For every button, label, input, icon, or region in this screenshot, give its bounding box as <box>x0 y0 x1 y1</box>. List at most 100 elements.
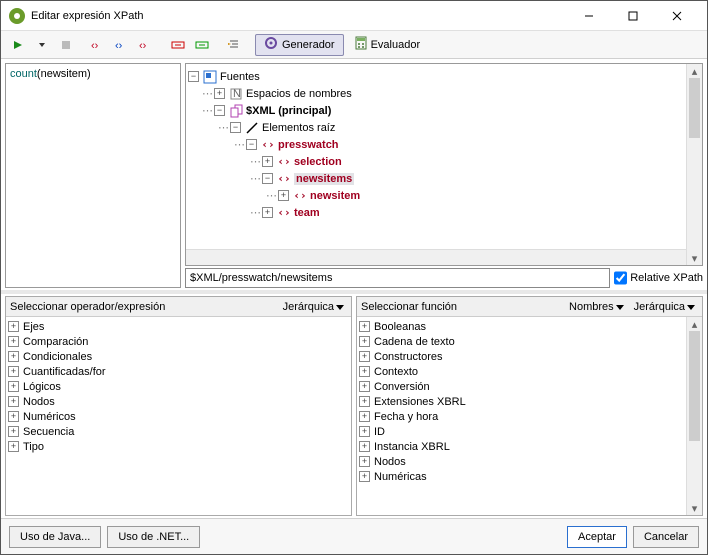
expand-icon[interactable]: + <box>8 411 19 422</box>
tree-newsitem: newsitem <box>310 190 360 202</box>
function-names-dropdown[interactable]: Nombres <box>566 301 627 313</box>
java-usage-button[interactable]: Uso de Java... <box>9 526 101 548</box>
element-icon: ‹› <box>277 155 291 169</box>
expand-icon[interactable]: + <box>359 396 370 407</box>
collapse-icon[interactable]: − <box>246 139 257 150</box>
list-item[interactable]: + Conversión <box>359 379 700 394</box>
list-item[interactable]: + Tipo <box>8 439 349 454</box>
code-function: count <box>10 68 37 80</box>
minimize-button[interactable] <box>567 2 611 30</box>
schema-tree[interactable]: −Fuentes ⋯+NEspacios de nombres ⋯−$XML (… <box>185 63 703 266</box>
list-item-label: Tipo <box>23 441 44 453</box>
collapse-icon[interactable]: − <box>188 71 199 82</box>
svg-text:‹›: ‹› <box>115 40 123 51</box>
tree-namespaces: Espacios de nombres <box>246 88 352 100</box>
chevron-down-icon <box>336 303 344 311</box>
list-item-label: Cadena de texto <box>374 336 455 348</box>
indent-icon[interactable] <box>223 34 245 56</box>
expand-icon[interactable]: + <box>359 336 370 347</box>
close-button[interactable] <box>655 2 699 30</box>
expand-icon[interactable]: + <box>8 441 19 452</box>
tag-red-icon[interactable]: ‹› <box>87 34 109 56</box>
list-item[interactable]: +Comparación <box>8 334 349 349</box>
list-item[interactable]: + Booleanas <box>359 319 700 334</box>
list-item-label: Numéricas <box>374 471 427 483</box>
list-item[interactable]: +Constructores <box>359 349 700 364</box>
expand-icon[interactable]: + <box>359 471 370 482</box>
list-item-label: Extensiones XBRL <box>374 396 466 408</box>
expand-icon[interactable]: + <box>8 351 19 362</box>
expand-icon[interactable]: + <box>278 190 289 201</box>
list-item[interactable]: +Ejes <box>8 319 349 334</box>
function-mode-dropdown[interactable]: Jerárquica <box>631 301 698 313</box>
list-item[interactable]: +Secuencia <box>8 424 349 439</box>
expand-icon[interactable]: + <box>8 336 19 347</box>
list-item[interactable]: +Lógicos <box>8 379 349 394</box>
expand-icon[interactable]: + <box>8 321 19 332</box>
list-item[interactable]: + Nodos <box>359 454 700 469</box>
collapse-icon[interactable]: − <box>214 105 225 116</box>
stop-button[interactable] <box>55 34 77 56</box>
ok-button[interactable]: Aceptar <box>567 526 627 548</box>
expand-icon[interactable]: + <box>262 207 273 218</box>
tag-blue-icon[interactable]: ‹› <box>111 34 133 56</box>
expand-icon[interactable]: + <box>8 381 19 392</box>
list-item[interactable]: + Numéricas <box>359 469 700 484</box>
expand-icon[interactable]: + <box>359 351 370 362</box>
tree-vscroll[interactable]: ▴▾ <box>686 64 702 265</box>
expand-icon[interactable]: + <box>8 426 19 437</box>
xpath-editor[interactable]: count(newsitem) <box>5 63 181 288</box>
tab-evaluator[interactable]: Evaluador <box>346 34 430 56</box>
dotnet-usage-button[interactable]: Uso de .NET... <box>107 526 200 548</box>
run-dropdown[interactable] <box>31 34 53 56</box>
expand-icon[interactable]: + <box>359 441 370 452</box>
list-item[interactable]: +Nodos <box>8 394 349 409</box>
operator-mode-dropdown[interactable]: Jerárquica <box>280 301 347 313</box>
list-item-label: Booleanas <box>374 321 426 333</box>
list-item[interactable]: +Fecha y hora <box>359 409 700 424</box>
tab-evaluator-label: Evaluador <box>371 39 421 51</box>
expand-icon[interactable]: + <box>359 411 370 422</box>
collapse-icon[interactable]: − <box>262 173 273 184</box>
calculator-icon <box>355 36 367 53</box>
operator-list[interactable]: +Ejes+Comparación+Condicionales+Cuantifi… <box>6 317 351 515</box>
expand-icon[interactable]: + <box>359 456 370 467</box>
list-item[interactable]: +Contexto <box>359 364 700 379</box>
collapse-icon[interactable]: − <box>230 122 241 133</box>
list-item[interactable]: +ID <box>359 424 700 439</box>
expand-icon[interactable]: + <box>359 426 370 437</box>
list-item[interactable]: +Instancia XBRL <box>359 439 700 454</box>
cancel-button[interactable]: Cancelar <box>633 526 699 548</box>
maximize-button[interactable] <box>611 2 655 30</box>
tree-newsitems[interactable]: newsitems <box>294 173 354 185</box>
tag-red2-icon[interactable]: ‹› <box>135 34 157 56</box>
expand-icon[interactable]: + <box>262 156 273 167</box>
xpath-path-input[interactable] <box>185 268 610 288</box>
run-button[interactable] <box>7 34 29 56</box>
list-item[interactable]: +Cuantificadas/for <box>8 364 349 379</box>
expand-icon[interactable]: + <box>214 88 225 99</box>
list-item[interactable]: + Cadena de texto <box>359 334 700 349</box>
expand-icon[interactable]: + <box>8 396 19 407</box>
expand-icon[interactable]: + <box>359 366 370 377</box>
list-item[interactable]: +Numéricos <box>8 409 349 424</box>
expand-icon[interactable]: + <box>8 366 19 377</box>
tree-hscroll[interactable] <box>186 249 686 265</box>
list-item[interactable]: +Condicionales <box>8 349 349 364</box>
titlebar: Editar expresión XPath <box>1 1 707 31</box>
expand-icon[interactable]: + <box>359 381 370 392</box>
relative-xpath-checkbox[interactable]: Relative XPath <box>614 268 703 288</box>
function-vscroll[interactable]: ▴▾ <box>686 317 702 515</box>
operator-panel: Seleccionar operador/expresión Jerárquic… <box>5 296 352 516</box>
box-green-icon[interactable] <box>191 34 213 56</box>
root-icon <box>245 121 259 135</box>
namespace-icon: N <box>229 87 243 101</box>
function-list[interactable]: ▴▾ + Booleanas + Cadena de texto+Constructo… <box>357 317 702 515</box>
box-red-icon[interactable] <box>167 34 189 56</box>
list-item[interactable]: + Extensiones XBRL <box>359 394 700 409</box>
expand-icon[interactable]: + <box>359 321 370 332</box>
list-item-label: Conversión <box>374 381 430 393</box>
list-item-label: Nodos <box>374 456 406 468</box>
tab-generator[interactable]: Generador <box>255 34 344 56</box>
element-icon: ‹› <box>261 138 275 152</box>
